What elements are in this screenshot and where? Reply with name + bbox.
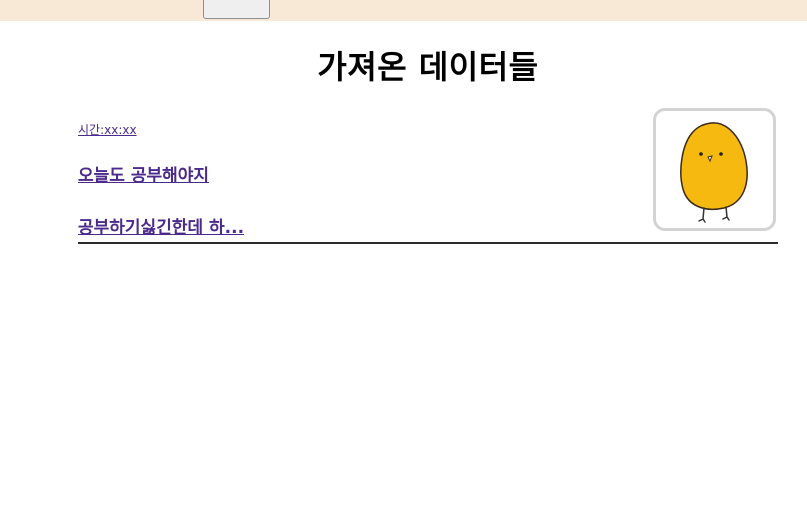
post-content-link[interactable]: 공부하기싫긴한데 하... xyxy=(78,213,244,238)
post-thumbnail[interactable] xyxy=(653,108,776,231)
post-time-link[interactable]: 시간:xx:xx xyxy=(78,121,137,138)
yellow-chick-icon xyxy=(680,122,748,223)
top-bar xyxy=(0,0,807,21)
page-title: 가져온 데이터들 xyxy=(317,48,539,86)
post-card[interactable]: 시간:xx:xx 오늘도 공부해야지 공부하기싫긴한데 하... xyxy=(78,105,778,244)
top-button[interactable] xyxy=(203,0,270,19)
post-title-link[interactable]: 오늘도 공부해야지 xyxy=(78,161,209,186)
